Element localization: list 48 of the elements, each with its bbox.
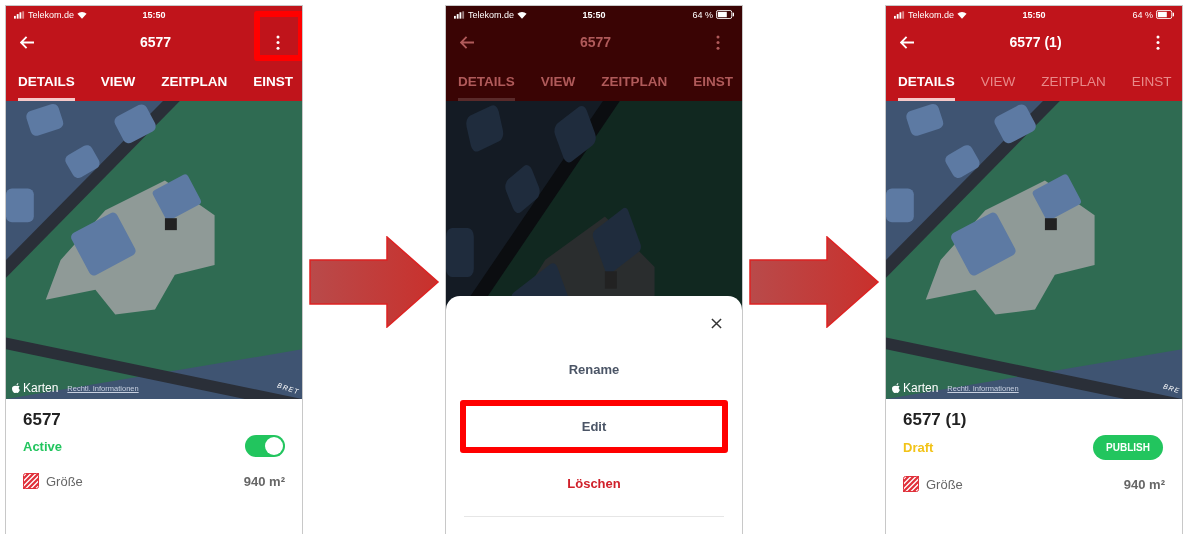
wifi-icon <box>77 10 88 19</box>
area-value: 940 m² <box>243 473 285 489</box>
area-value: 940 m² <box>1123 476 1165 492</box>
more-menu-icon[interactable] <box>1156 34 1160 50</box>
tab[interactable]: VIEW <box>100 61 136 101</box>
wifi-icon <box>517 10 528 19</box>
more-menu-icon[interactable] <box>716 34 720 50</box>
tab[interactable]: VIEW <box>540 61 576 101</box>
screen-title: 6577 <box>139 34 172 50</box>
status-label: Active <box>23 438 63 454</box>
plot-name: 6577 <box>23 410 62 430</box>
clock-time: 15:50 <box>582 9 606 20</box>
screen-title: 6577 (1) <box>1009 34 1062 50</box>
tab[interactable]: EINST <box>253 61 294 101</box>
menu-item[interactable]: Edit <box>460 400 728 453</box>
toggle-switch[interactable] <box>245 435 285 457</box>
menu-item[interactable]: Rename <box>460 343 728 396</box>
carrier-name: Telekom.de <box>468 9 515 20</box>
menu-item[interactable]: Löschen <box>460 457 728 510</box>
signal-icon <box>14 10 25 19</box>
clock-time: 15:50 <box>142 9 166 20</box>
clock-time: 15:50 <box>1022 9 1046 20</box>
wifi-icon <box>957 10 968 19</box>
tab[interactable]: ZEITPLAN <box>601 61 668 101</box>
carrier-name: Telekom.de <box>28 9 75 20</box>
back-arrow-icon[interactable] <box>460 35 475 49</box>
status-label: Draft <box>903 440 934 455</box>
map-brand: Karten <box>903 381 939 395</box>
carrier-name: Telekom.de <box>908 9 955 20</box>
map-brand: Karten <box>23 381 59 395</box>
battery-icon <box>716 10 734 19</box>
screen-title: 6577 <box>579 34 612 50</box>
apple-logo-icon <box>12 382 21 394</box>
battery-percent: 64 % <box>1132 9 1153 20</box>
tab[interactable]: ZEITPLAN <box>161 61 228 101</box>
area-label: Größe <box>46 473 83 489</box>
signal-icon <box>894 10 905 19</box>
battery-percent: 64 % <box>692 9 713 20</box>
battery-icon <box>1156 10 1174 19</box>
apple-logo-icon <box>892 382 901 394</box>
hatched-area-icon <box>23 473 39 489</box>
tab[interactable]: EINST <box>693 61 734 101</box>
area-label: Größe <box>926 476 963 492</box>
hatched-area-icon <box>903 476 919 492</box>
signal-icon <box>454 10 465 19</box>
plot-name: 6577 (1) <box>903 410 968 430</box>
more-menu-icon[interactable] <box>276 34 280 50</box>
close-icon[interactable] <box>711 318 722 329</box>
